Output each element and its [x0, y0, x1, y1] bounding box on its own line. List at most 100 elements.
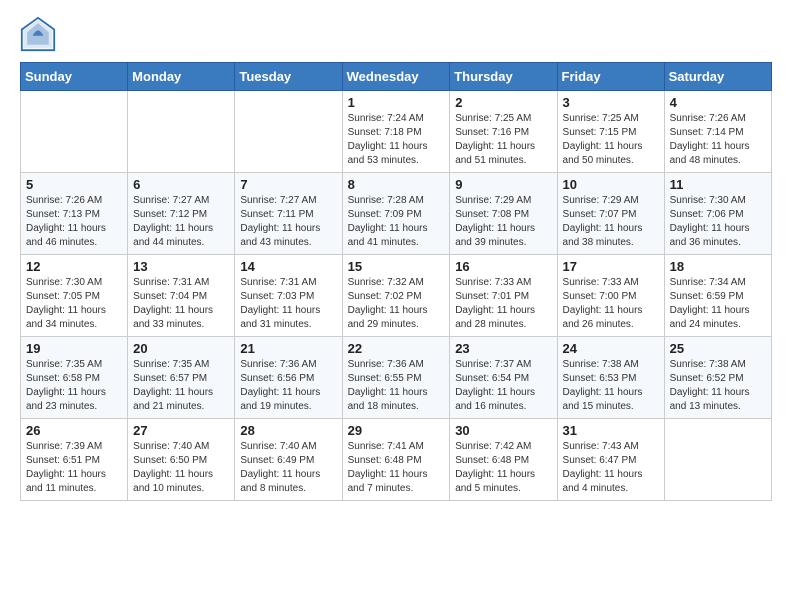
empty-cell [664, 419, 771, 501]
day-number: 24 [563, 341, 659, 356]
calendar-day-19: 19Sunrise: 7:35 AM Sunset: 6:58 PM Dayli… [21, 337, 128, 419]
calendar-day-4: 4 Sunrise: 7:26 AM Sunset: 7:14 PM Daylig… [664, 91, 771, 173]
day-info: Sunrise: 7:26 AM Sunset: 7:13 PM Dayligh… [26, 194, 122, 250]
calendar-day-23: 23 Sunrise: 7:37 AM Sunset: 6:54 PM Dayli… [450, 337, 557, 419]
day-number: 29 [348, 423, 445, 438]
calendar-day-1: 1Sunrise: 7:24 AM Sunset: 7:18 PM Daylig… [342, 91, 450, 173]
day-info: Sunrise: 7:31 AM Sunset: 7:03 PM Dayligh… [240, 276, 336, 332]
day-info: Sunrise: 7:26 AM Sunset: 7:14 PM Dayligh… [670, 112, 766, 168]
calendar-day-16: 16Sunrise: 7:33 AM Sunset: 7:01 PM Dayli… [450, 255, 557, 337]
day-info: Sunrise: 7:28 AM Sunset: 7:09 PM Dayligh… [348, 194, 445, 250]
day-info: Sunrise: 7:29 AM Sunset: 7:07 PM Dayligh… [563, 194, 659, 250]
day-number: 21 [240, 341, 336, 356]
day-info: Sunrise: 7:27 AM Sunset: 7:11 PM Dayligh… [240, 194, 336, 250]
day-number: 27 [133, 423, 229, 438]
header-day-tuesday: Tuesday [235, 63, 342, 91]
calendar-body: 1Sunrise: 7:24 AM Sunset: 7:18 PM Daylig… [21, 91, 772, 501]
calendar-day-31: 31Sunrise: 7:43 AM Sunset: 6:47 PM Dayli… [557, 419, 664, 501]
day-number: 28 [240, 423, 336, 438]
header-day-sunday: Sunday [21, 63, 128, 91]
calendar-day-11: 11 Sunrise: 7:30 AM Sunset: 7:06 PM Dayli… [664, 173, 771, 255]
day-number: 19 [26, 341, 122, 356]
day-number: 12 [26, 259, 122, 274]
calendar-day-18: 18Sunrise: 7:34 AM Sunset: 6:59 PM Dayli… [664, 255, 771, 337]
day-number: 6 [133, 177, 229, 192]
day-number: 30 [455, 423, 551, 438]
day-number: 25 [670, 341, 766, 356]
empty-cell [21, 91, 128, 173]
calendar-day-30: 30Sunrise: 7:42 AM Sunset: 6:48 PM Dayli… [450, 419, 557, 501]
day-info: Sunrise: 7:40 AM Sunset: 6:49 PM Dayligh… [240, 440, 336, 496]
calendar-day-5: 5Sunrise: 7:26 AM Sunset: 7:13 PM Daylig… [21, 173, 128, 255]
day-number: 26 [26, 423, 122, 438]
calendar-header: SundayMondayTuesdayWednesdayThursdayFrid… [21, 63, 772, 91]
logo [20, 16, 62, 52]
empty-cell [128, 91, 235, 173]
day-number: 23 [455, 341, 551, 356]
day-number: 20 [133, 341, 229, 356]
calendar-week-4: 19Sunrise: 7:35 AM Sunset: 6:58 PM Dayli… [21, 337, 772, 419]
day-info: Sunrise: 7:38 AM Sunset: 6:53 PM Dayligh… [563, 358, 659, 414]
day-number: 1 [348, 95, 445, 110]
calendar-day-8: 8 Sunrise: 7:28 AM Sunset: 7:09 PM Daylig… [342, 173, 450, 255]
header-day-friday: Friday [557, 63, 664, 91]
day-number: 17 [563, 259, 659, 274]
day-number: 22 [348, 341, 445, 356]
day-number: 11 [670, 177, 766, 192]
day-number: 10 [563, 177, 659, 192]
day-info: Sunrise: 7:25 AM Sunset: 7:16 PM Dayligh… [455, 112, 551, 168]
day-info: Sunrise: 7:38 AM Sunset: 6:52 PM Dayligh… [670, 358, 766, 414]
day-info: Sunrise: 7:30 AM Sunset: 7:06 PM Dayligh… [670, 194, 766, 250]
day-number: 15 [348, 259, 445, 274]
day-info: Sunrise: 7:37 AM Sunset: 6:54 PM Dayligh… [455, 358, 551, 414]
calendar-day-28: 28 Sunrise: 7:40 AM Sunset: 6:49 PM Dayli… [235, 419, 342, 501]
day-number: 4 [670, 95, 766, 110]
calendar-day-12: 12 Sunrise: 7:30 AM Sunset: 7:05 PM Dayli… [21, 255, 128, 337]
calendar-day-2: 2 Sunrise: 7:25 AM Sunset: 7:16 PM Daylig… [450, 91, 557, 173]
calendar-day-3: 3 Sunrise: 7:25 AM Sunset: 7:15 PM Daylig… [557, 91, 664, 173]
header-row: SundayMondayTuesdayWednesdayThursdayFrid… [21, 63, 772, 91]
calendar-day-25: 25 Sunrise: 7:38 AM Sunset: 6:52 PM Dayli… [664, 337, 771, 419]
day-number: 7 [240, 177, 336, 192]
calendar-day-15: 15 Sunrise: 7:32 AM Sunset: 7:02 PM Dayli… [342, 255, 450, 337]
day-number: 13 [133, 259, 229, 274]
calendar-week-3: 12 Sunrise: 7:30 AM Sunset: 7:05 PM Dayli… [21, 255, 772, 337]
day-number: 31 [563, 423, 659, 438]
calendar-day-29: 29 Sunrise: 7:41 AM Sunset: 6:48 PM Dayli… [342, 419, 450, 501]
empty-cell [235, 91, 342, 173]
day-info: Sunrise: 7:30 AM Sunset: 7:05 PM Dayligh… [26, 276, 122, 332]
day-info: Sunrise: 7:32 AM Sunset: 7:02 PM Dayligh… [348, 276, 445, 332]
header-day-thursday: Thursday [450, 63, 557, 91]
day-info: Sunrise: 7:35 AM Sunset: 6:57 PM Dayligh… [133, 358, 229, 414]
calendar-day-6: 6Sunrise: 7:27 AM Sunset: 7:12 PM Daylig… [128, 173, 235, 255]
day-number: 2 [455, 95, 551, 110]
calendar-week-5: 26 Sunrise: 7:39 AM Sunset: 6:51 PM Dayli… [21, 419, 772, 501]
day-info: Sunrise: 7:29 AM Sunset: 7:08 PM Dayligh… [455, 194, 551, 250]
calendar-day-10: 10 Sunrise: 7:29 AM Sunset: 7:07 PM Dayli… [557, 173, 664, 255]
day-number: 8 [348, 177, 445, 192]
calendar-day-9: 9 Sunrise: 7:29 AM Sunset: 7:08 PM Daylig… [450, 173, 557, 255]
day-info: Sunrise: 7:36 AM Sunset: 6:56 PM Dayligh… [240, 358, 336, 414]
day-info: Sunrise: 7:41 AM Sunset: 6:48 PM Dayligh… [348, 440, 445, 496]
day-number: 18 [670, 259, 766, 274]
calendar-day-7: 7 Sunrise: 7:27 AM Sunset: 7:11 PM Daylig… [235, 173, 342, 255]
header-day-saturday: Saturday [664, 63, 771, 91]
calendar-day-26: 26 Sunrise: 7:39 AM Sunset: 6:51 PM Dayli… [21, 419, 128, 501]
day-info: Sunrise: 7:31 AM Sunset: 7:04 PM Dayligh… [133, 276, 229, 332]
calendar-day-22: 22Sunrise: 7:36 AM Sunset: 6:55 PM Dayli… [342, 337, 450, 419]
header-day-wednesday: Wednesday [342, 63, 450, 91]
calendar-week-2: 5Sunrise: 7:26 AM Sunset: 7:13 PM Daylig… [21, 173, 772, 255]
calendar-day-20: 20 Sunrise: 7:35 AM Sunset: 6:57 PM Dayli… [128, 337, 235, 419]
day-number: 9 [455, 177, 551, 192]
day-info: Sunrise: 7:39 AM Sunset: 6:51 PM Dayligh… [26, 440, 122, 496]
calendar-day-13: 13 Sunrise: 7:31 AM Sunset: 7:04 PM Dayli… [128, 255, 235, 337]
calendar-table: SundayMondayTuesdayWednesdayThursdayFrid… [20, 62, 772, 501]
calendar-day-17: 17Sunrise: 7:33 AM Sunset: 7:00 PM Dayli… [557, 255, 664, 337]
day-info: Sunrise: 7:25 AM Sunset: 7:15 PM Dayligh… [563, 112, 659, 168]
day-number: 3 [563, 95, 659, 110]
day-number: 14 [240, 259, 336, 274]
day-info: Sunrise: 7:33 AM Sunset: 7:01 PM Dayligh… [455, 276, 551, 332]
calendar-day-14: 14 Sunrise: 7:31 AM Sunset: 7:03 PM Dayli… [235, 255, 342, 337]
day-info: Sunrise: 7:40 AM Sunset: 6:50 PM Dayligh… [133, 440, 229, 496]
calendar-day-21: 21 Sunrise: 7:36 AM Sunset: 6:56 PM Dayli… [235, 337, 342, 419]
